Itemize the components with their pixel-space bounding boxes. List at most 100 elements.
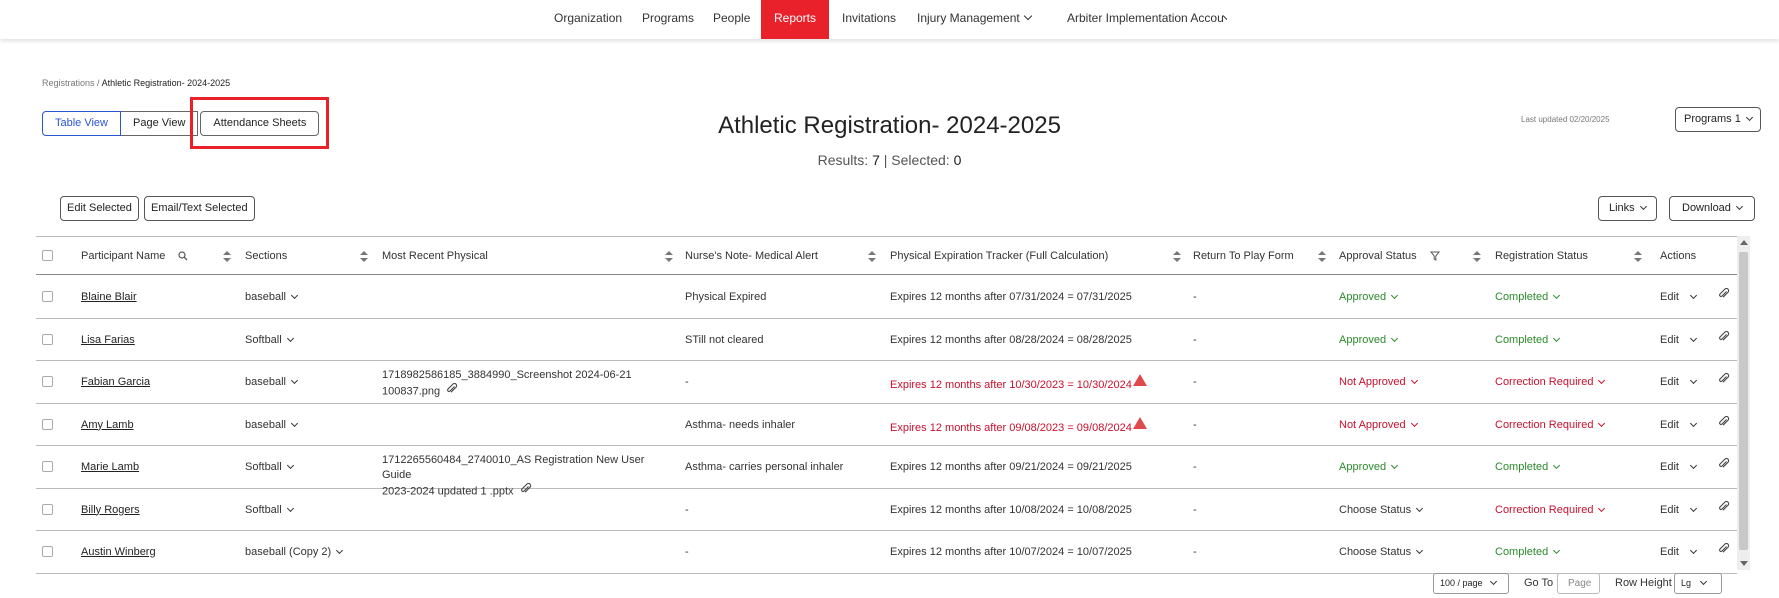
breadcrumb-registrations[interactable]: Registrations — [42, 78, 95, 88]
participant-name-link[interactable]: Billy Rogers — [81, 504, 140, 516]
participant-name-link[interactable]: Amy Lamb — [81, 419, 134, 431]
nav-organization[interactable]: Organization — [554, 0, 622, 39]
section-dropdown[interactable]: baseball (Copy 2) — [245, 546, 344, 558]
paperclip-icon[interactable] — [446, 382, 458, 400]
per-page-select[interactable]: 100 / page — [1433, 573, 1509, 594]
section-dropdown[interactable]: baseball — [245, 376, 299, 388]
approval-status-dropdown[interactable]: Approved — [1339, 291, 1399, 303]
col-participant-name[interactable]: Participant Name — [81, 237, 165, 276]
chevron-down-icon — [1689, 376, 1698, 385]
expiration-text: Expires 12 months after 10/07/2024 = 10/… — [890, 546, 1132, 558]
participant-name-link[interactable]: Fabian Garcia — [81, 376, 150, 388]
edit-action-dropdown[interactable]: Edit — [1660, 291, 1698, 303]
paperclip-icon[interactable] — [1718, 330, 1730, 346]
return-to-play: - — [1193, 503, 1197, 516]
sort-icon[interactable] — [665, 251, 673, 262]
select-all-checkbox[interactable] — [42, 250, 53, 261]
scrollbar-thumb[interactable] — [1739, 252, 1748, 550]
email-text-selected-button[interactable]: Email/Text Selected — [144, 196, 255, 221]
registration-status-dropdown[interactable]: Correction Required — [1495, 504, 1606, 516]
section-dropdown[interactable]: Softball — [245, 461, 294, 473]
registration-status-dropdown[interactable]: Completed — [1495, 291, 1561, 303]
section-dropdown[interactable]: baseball — [245, 291, 299, 303]
nav-injury-management[interactable]: Injury Management — [917, 0, 1032, 39]
sort-icon[interactable] — [223, 251, 231, 262]
edit-action-dropdown[interactable]: Edit — [1660, 503, 1698, 516]
section-dropdown[interactable]: baseball — [245, 419, 299, 431]
nav-invitations[interactable]: Invitations — [842, 0, 896, 39]
paperclip-icon[interactable] — [1718, 372, 1730, 388]
edit-action-dropdown[interactable]: Edit — [1660, 546, 1698, 558]
participant-name-link[interactable]: Blaine Blair — [81, 291, 137, 303]
paperclip-icon[interactable] — [1718, 542, 1730, 558]
scroll-up-arrow-icon[interactable] — [1740, 240, 1748, 245]
physical-file[interactable]: 1718982586185_3884990_Screenshot 2024-06… — [382, 368, 672, 400]
chevron-down-icon — [1391, 334, 1399, 342]
return-to-play: - — [1193, 333, 1197, 346]
col-nurse-note[interactable]: Nurse's Note- Medical Alert — [685, 237, 818, 276]
search-icon[interactable] — [178, 237, 188, 276]
col-approval-status[interactable]: Approval Status — [1339, 237, 1417, 276]
paperclip-icon[interactable] — [1718, 500, 1730, 516]
nav-reports[interactable]: Reports — [761, 0, 829, 39]
row-checkbox[interactable] — [42, 376, 53, 387]
nurse-note: - — [685, 376, 689, 388]
sort-icon[interactable] — [1634, 251, 1642, 262]
edit-selected-button[interactable]: Edit Selected — [60, 196, 139, 221]
approval-status-dropdown[interactable]: Approved — [1339, 461, 1399, 473]
col-most-recent-physical[interactable]: Most Recent Physical — [382, 237, 488, 276]
edit-action-dropdown[interactable]: Edit — [1660, 334, 1698, 346]
approval-status-dropdown[interactable]: Choose Status — [1339, 504, 1424, 516]
paperclip-icon[interactable] — [1718, 415, 1730, 431]
row-checkbox[interactable] — [42, 418, 53, 430]
approval-status-dropdown[interactable]: Not Approved — [1339, 376, 1418, 388]
row-checkbox[interactable] — [42, 503, 53, 515]
edit-action-dropdown[interactable]: Edit — [1660, 376, 1698, 388]
participant-name-link[interactable]: Austin Winberg — [81, 546, 156, 558]
approval-status-dropdown[interactable]: Approved — [1339, 334, 1399, 346]
filter-icon[interactable] — [1429, 237, 1441, 276]
download-button[interactable]: Download — [1669, 196, 1755, 221]
row-height-select[interactable]: Lg — [1674, 573, 1722, 594]
vertical-scrollbar[interactable] — [1737, 236, 1750, 570]
sort-icon[interactable] — [1173, 251, 1181, 262]
nav-people[interactable]: People — [713, 0, 750, 39]
approval-status-dropdown[interactable]: Choose Status — [1339, 546, 1424, 558]
col-sections[interactable]: Sections — [245, 237, 287, 276]
programs-filter-button[interactable]: Programs 1 — [1675, 107, 1761, 132]
sort-icon[interactable] — [1318, 251, 1326, 262]
row-checkbox[interactable] — [42, 546, 53, 557]
edit-action-dropdown[interactable]: Edit — [1660, 461, 1698, 473]
registration-status-dropdown[interactable]: Correction Required — [1495, 419, 1606, 431]
approval-status-dropdown[interactable]: Not Approved — [1339, 419, 1418, 431]
section-dropdown[interactable]: Softball — [245, 504, 294, 516]
edit-label: Edit — [1660, 503, 1679, 516]
nav-programs[interactable]: Programs — [642, 0, 694, 39]
registration-status-dropdown[interactable]: Completed — [1495, 461, 1561, 473]
col-registration-status[interactable]: Registration Status — [1495, 237, 1588, 276]
section-dropdown[interactable]: Softball — [245, 334, 294, 346]
participant-name-link[interactable]: Marie Lamb — [81, 461, 139, 473]
row-checkbox[interactable] — [42, 461, 53, 472]
paperclip-icon[interactable] — [1718, 287, 1730, 303]
registration-status-dropdown[interactable]: Completed — [1495, 334, 1561, 346]
selected-label: | Selected: — [883, 152, 950, 168]
participant-name-link[interactable]: Lisa Farias — [81, 334, 135, 346]
approval-status-label: Choose Status — [1339, 546, 1412, 558]
registration-status-dropdown[interactable]: Correction Required — [1495, 376, 1606, 388]
row-checkbox[interactable] — [42, 333, 53, 345]
paperclip-icon[interactable] — [1718, 457, 1730, 473]
registration-status-dropdown[interactable]: Completed — [1495, 546, 1561, 558]
col-physical-expiration[interactable]: Physical Expiration Tracker (Full Calcul… — [890, 237, 1108, 276]
sort-icon[interactable] — [868, 251, 876, 262]
links-button[interactable]: Links — [1598, 196, 1657, 221]
edit-action-dropdown[interactable]: Edit — [1660, 419, 1698, 431]
row-checkbox[interactable] — [42, 291, 53, 302]
sort-icon[interactable] — [360, 251, 368, 262]
go-to-page-input[interactable]: Page — [1557, 573, 1600, 594]
col-return-to-play[interactable]: Return To Play Form — [1193, 237, 1294, 276]
table-header: Participant Name Sections Most Recent Ph… — [36, 236, 1737, 275]
scroll-down-arrow-icon[interactable] — [1740, 561, 1748, 566]
sort-icon[interactable] — [1473, 251, 1481, 262]
account-menu[interactable]: Arbiter Implementation Accou — [1067, 0, 1227, 39]
